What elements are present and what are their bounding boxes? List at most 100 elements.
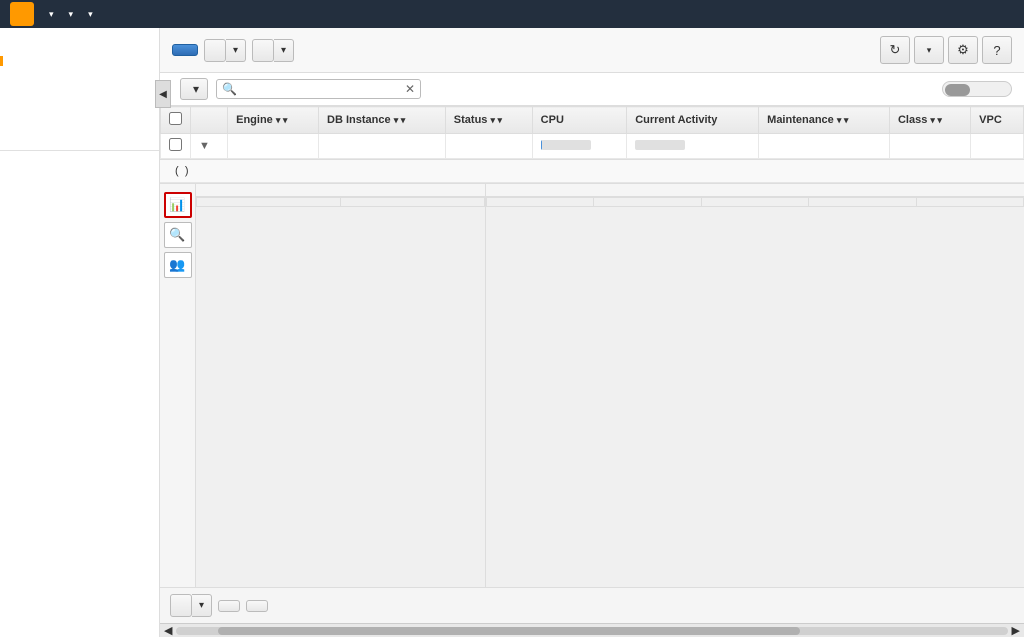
row-checkbox[interactable] (169, 138, 182, 151)
col-time (197, 198, 341, 207)
col-current-value (594, 198, 701, 207)
side-icon-panel: 📊 🔍 👥 (160, 184, 196, 587)
nav-edit[interactable]: ▾ (85, 9, 93, 20)
row-expand-cell: ▼ (191, 134, 228, 159)
filter-dropdown[interactable]: ▾ (180, 78, 208, 100)
nav-services-arrow: ▾ (69, 9, 74, 20)
col-threshold (701, 198, 808, 207)
bottom-instance-actions-group: ▾ (170, 594, 212, 617)
instance-actions-dropdown[interactable]: ▾ (274, 39, 294, 62)
monitoring-table (486, 197, 1024, 207)
scrollbar-track[interactable] (176, 627, 1007, 635)
status-sort-arrow: ▾ (490, 115, 495, 125)
filter-bar: ▾ 🔍 ✕ (160, 73, 1024, 106)
row-engine (228, 134, 319, 159)
table-row[interactable]: ▼ (161, 134, 1024, 159)
refresh-dropdown[interactable]: ▾ (914, 36, 944, 64)
expand-arrow-icon[interactable]: ▼ (199, 140, 210, 152)
show-monitoring-button[interactable] (204, 39, 226, 62)
launch-db-instance-button[interactable] (172, 44, 198, 56)
maintenance-sort-arrow: ▾ (837, 115, 842, 125)
show-monitoring-dropdown[interactable]: ▾ (226, 39, 246, 62)
bottom-instance-actions-button[interactable] (170, 594, 192, 617)
row-vpc (971, 134, 1024, 159)
scrollbar-thumb (218, 627, 800, 635)
sidebar-item-security-groups[interactable] (0, 86, 159, 96)
logs-button[interactable] (246, 600, 268, 612)
row-status (445, 134, 532, 159)
nav-aws-arrow: ▾ (49, 9, 54, 20)
instance-actions-group: ▾ (252, 39, 294, 62)
cpu-bar (541, 140, 591, 150)
scroll-indicator[interactable] (942, 81, 1012, 97)
col-metric-name (487, 198, 594, 207)
sidebar-separator (0, 150, 159, 151)
tags-button[interactable] (218, 600, 240, 612)
top-navigation: ▾ ▾ ▾ (0, 0, 1024, 28)
monitoring-panel (486, 184, 1024, 587)
detail-pane: 📊 🔍 👥 (160, 183, 1024, 587)
toolbar-icons: ↻ ▾ ⚙ ? (880, 36, 1012, 64)
col-checkbox (161, 107, 191, 134)
row-activity (627, 134, 759, 159)
sidebar-item-parameter-groups[interactable] (0, 96, 159, 106)
instances-table-area: Engine ▾ DB Instance ▾ Status ▾ CPU Curr… (160, 106, 1024, 160)
detail-view-3-button[interactable]: 👥 (164, 252, 192, 278)
instance-actions-button[interactable] (252, 39, 274, 62)
sidebar-item-notifications[interactable] (0, 155, 159, 165)
sidebar-item-reserved-purchases[interactable] (0, 66, 159, 76)
main-wrapper: ◀ ▾ ▾ ↻ ▾ ⚙ ? (0, 28, 1024, 637)
row-class (889, 134, 970, 159)
sidebar-item-instances[interactable] (0, 56, 159, 66)
sidebar-item-event-subscriptions[interactable] (0, 136, 159, 146)
aws-logo[interactable] (10, 2, 34, 26)
endpoint-bar: ( ) (160, 160, 1024, 183)
monitoring-title (486, 184, 1024, 197)
show-monitoring-group: ▾ (204, 39, 246, 62)
sidebar-title (0, 36, 159, 56)
sidebar-item-subnet-groups[interactable] (0, 116, 159, 126)
search-clear-icon[interactable]: ✕ (405, 82, 415, 96)
col-db-instance[interactable]: DB Instance ▾ (319, 107, 446, 134)
content-area: ▾ ▾ ↻ ▾ ⚙ ? ▾ 🔍 ✕ (160, 28, 1024, 637)
detail-view-2-button[interactable]: 🔍 (164, 222, 192, 248)
collapse-sidebar-button[interactable]: ◀ (155, 80, 171, 108)
instances-table: Engine ▾ DB Instance ▾ Status ▾ CPU Curr… (160, 106, 1024, 159)
sidebar-item-events[interactable] (0, 126, 159, 136)
scroll-right-arrow[interactable]: ▶ (1012, 624, 1020, 637)
nav-left: ▾ ▾ ▾ (10, 2, 93, 26)
main-toolbar: ▾ ▾ ↻ ▾ ⚙ ? (160, 28, 1024, 73)
alarms-title (196, 184, 485, 197)
col-class[interactable]: Class ▾ (889, 107, 970, 134)
detail-view-1-button[interactable]: 📊 (164, 192, 192, 218)
scroll-thumb (945, 84, 970, 96)
col-status[interactable]: Status ▾ (445, 107, 532, 134)
connections-bar-container (635, 140, 689, 150)
row-db-instance (319, 134, 446, 159)
col-last-hour (809, 198, 916, 207)
select-all-checkbox[interactable] (169, 112, 182, 125)
alarms-scroll-area[interactable] (196, 197, 485, 207)
sidebar (0, 28, 160, 637)
nav-aws[interactable]: ▾ (46, 9, 54, 20)
bottom-instance-actions-dropdown[interactable]: ▾ (192, 594, 212, 617)
col-event (341, 198, 485, 207)
scroll-left-arrow[interactable]: ◀ (164, 624, 172, 637)
alarms-panel (196, 184, 486, 587)
col-maintenance[interactable]: Maintenance ▾ (759, 107, 890, 134)
sidebar-item-option-groups[interactable] (0, 106, 159, 116)
settings-button[interactable]: ⚙ (948, 36, 978, 64)
col-engine[interactable]: Engine ▾ (228, 107, 319, 134)
refresh-button[interactable]: ↻ (880, 36, 910, 64)
col-activity: Current Activity (627, 107, 759, 134)
sidebar-item-snapshots[interactable] (0, 76, 159, 86)
connections-bar (635, 140, 685, 150)
row-cpu (532, 134, 627, 159)
search-input[interactable] (241, 83, 401, 95)
row-maintenance (759, 134, 890, 159)
help-button[interactable]: ? (982, 36, 1012, 64)
bottom-scrollbar[interactable]: ◀ ▶ (160, 623, 1024, 637)
col-cpu: CPU (532, 107, 627, 134)
nav-edit-arrow: ▾ (88, 9, 93, 20)
nav-services[interactable]: ▾ (66, 9, 74, 20)
